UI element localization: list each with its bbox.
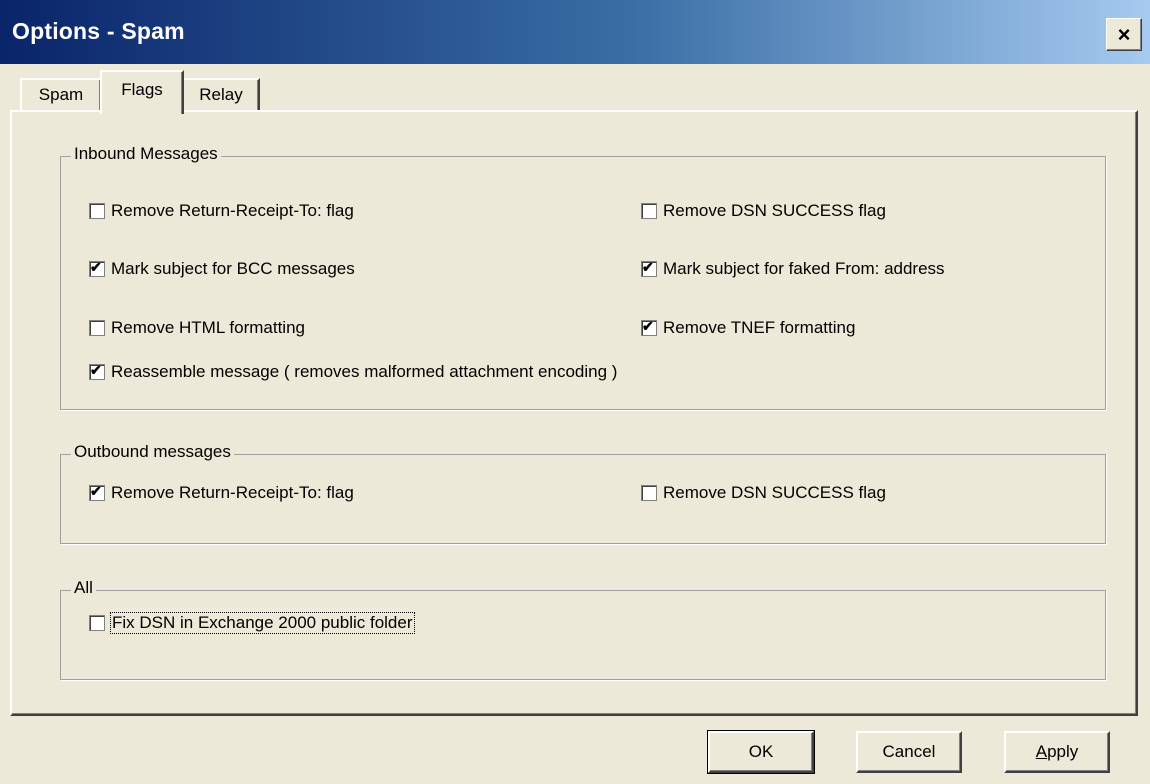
tab-relay[interactable]: Relay [182, 78, 260, 110]
checkbox-box[interactable] [641, 485, 657, 501]
fix-dsn-exchange-checkbox[interactable]: Fix DSN in Exchange 2000 public folder [89, 612, 415, 634]
checkbox-box[interactable] [641, 203, 657, 219]
remove-html-formatting-checkbox[interactable]: Remove HTML formatting [89, 318, 305, 338]
checkbox-box[interactable] [89, 320, 105, 336]
outbound-messages-group: Outbound messages Remove Return-Receipt-… [60, 442, 1106, 544]
checkbox-label: Fix DSN in Exchange 2000 public folder [110, 612, 415, 634]
tab-flags[interactable]: Flags [100, 70, 184, 114]
checkbox-label: Remove Return-Receipt-To: flag [111, 201, 354, 220]
checkbox-box[interactable] [89, 203, 105, 219]
checkbox-label: Remove HTML formatting [111, 318, 305, 337]
checkbox-box[interactable] [641, 259, 657, 277]
cancel-button[interactable]: Cancel [856, 731, 962, 773]
checkbox-box[interactable] [89, 362, 105, 380]
group-legend: Inbound Messages [71, 144, 221, 164]
remove-tnef-formatting-checkbox[interactable]: Remove TNEF formatting [641, 318, 855, 338]
tab-panel-flags: Inbound Messages Remove Return-Receipt-T… [10, 110, 1138, 716]
inbound-messages-group: Inbound Messages Remove Return-Receipt-T… [60, 144, 1106, 410]
window-title: Options - Spam [12, 18, 185, 44]
checkbox-box[interactable] [89, 259, 105, 277]
checkbox-box[interactable] [641, 318, 657, 336]
close-icon: × [1117, 21, 1131, 47]
outbound-remove-return-receipt-checkbox[interactable]: Remove Return-Receipt-To: flag [89, 483, 354, 503]
title-bar: Options - Spam × [0, 0, 1150, 64]
close-button[interactable]: × [1106, 18, 1142, 51]
checkbox-label: Reassemble message ( removes malformed a… [111, 362, 618, 381]
checkbox-label: Remove TNEF formatting [663, 318, 856, 337]
checkbox-box[interactable] [89, 615, 105, 631]
checkbox-label: Remove DSN SUCCESS flag [663, 483, 886, 502]
button-label: OK [748, 742, 774, 761]
tab-spam[interactable]: Spam [20, 78, 102, 110]
button-label: Apply [1036, 742, 1079, 762]
tab-label: Flags [121, 80, 163, 99]
checkbox-label: Mark subject for faked From: address [663, 259, 945, 278]
mark-subject-faked-from-checkbox[interactable]: Mark subject for faked From: address [641, 259, 945, 279]
group-legend: All [71, 578, 96, 598]
accelerator-key: A [1035, 742, 1048, 761]
outbound-remove-dsn-success-checkbox[interactable]: Remove DSN SUCCESS flag [641, 483, 886, 503]
checkbox-label: Remove Return-Receipt-To: flag [111, 483, 354, 502]
checkbox-label: Mark subject for BCC messages [111, 259, 355, 278]
reassemble-message-checkbox[interactable]: Reassemble message ( removes malformed a… [89, 362, 617, 382]
checkbox-box[interactable] [89, 483, 105, 501]
tab-label: Spam [38, 85, 84, 104]
inbound-remove-return-receipt-checkbox[interactable]: Remove Return-Receipt-To: flag [89, 201, 354, 221]
apply-button[interactable]: Apply [1004, 731, 1110, 773]
ok-button[interactable]: OK [707, 730, 815, 774]
button-label: Cancel [882, 742, 936, 761]
inbound-remove-dsn-success-checkbox[interactable]: Remove DSN SUCCESS flag [641, 201, 886, 221]
checkbox-label: Remove DSN SUCCESS flag [663, 201, 886, 220]
all-group: All Fix DSN in Exchange 2000 public fold… [60, 578, 1106, 680]
group-legend: Outbound messages [71, 442, 234, 462]
button-label-rest: pply [1047, 742, 1079, 761]
mark-subject-bcc-checkbox[interactable]: Mark subject for BCC messages [89, 259, 355, 279]
tab-label: Relay [199, 85, 243, 104]
